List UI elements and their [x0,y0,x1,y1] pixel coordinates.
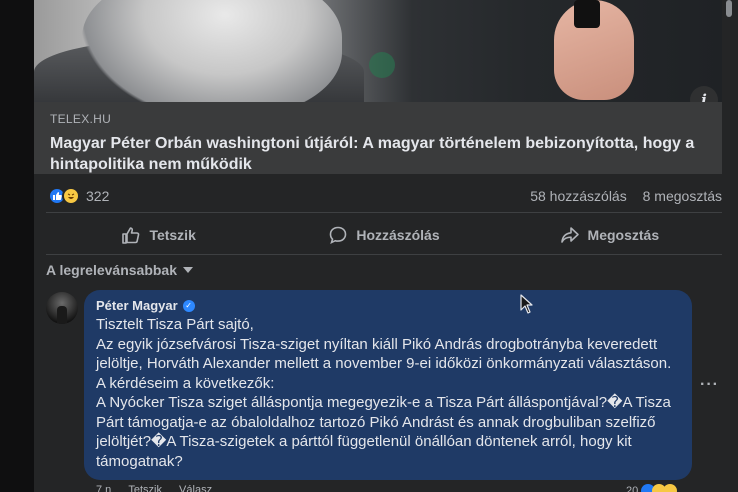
scrollbar-thumb[interactable] [726,0,732,17]
comments-count-link[interactable]: 58 hozzászólás [530,188,627,204]
link-preview-image[interactable] [34,0,722,102]
caret-down-icon [183,267,193,273]
share-arrow-icon [560,227,579,243]
preview-phone-shape [574,0,600,28]
verified-badge-icon: ✓ [182,299,195,312]
post-counts-row: 322 58 hozzászólás 8 megosztás [48,184,722,208]
left-gutter [0,0,34,492]
scrollbar-track[interactable] [722,0,738,492]
haha-icon[interactable] [62,187,80,205]
reaction-count[interactable]: 322 [86,188,109,204]
comment-footer: 7 n Tetszik Válasz [96,484,212,492]
comment-line: Az egyik józsefvárosi Tisza-sziget nyílt… [96,335,672,373]
comment-reactions[interactable]: 20 [626,484,678,492]
comment-like-link[interactable]: Tetszik [128,484,162,492]
comment-bubble: Péter Magyar ✓ Tisztelt Tisza Párt sajtó… [84,290,692,480]
comment-line: Tisztelt Tisza Párt sajtó, [96,316,254,333]
comment-bubble-icon [330,226,347,244]
thumbs-up-icon [122,227,140,244]
mouse-cursor-icon [520,294,533,314]
link-preview-meta[interactable]: TELEX.HU Magyar Péter Orbán washingtoni … [34,102,722,174]
comment-button-label: Hozzászólás [356,227,440,243]
share-button-label: Megosztás [587,227,660,243]
comment-reply-link[interactable]: Válasz [179,484,212,492]
avatar[interactable] [46,292,78,324]
comment-line: A Nyócker Tisza sziget álláspontja megeg… [96,394,671,470]
comment-sort-label: A legrelevánsabbak [46,262,177,278]
comment-button[interactable]: Hozzászólás [271,216,496,254]
link-domain: TELEX.HU [50,112,112,126]
preview-logo-shape [369,52,395,78]
wow-icon [663,484,678,492]
comment-sort-dropdown[interactable]: A legrelevánsabbak [46,262,193,278]
post-actions: Tetszik Hozzászólás Megosztás [46,216,722,254]
share-button[interactable]: Megosztás [497,216,722,254]
comment-reaction-count: 20 [626,485,639,492]
divider-bottom [46,254,722,255]
comment-line: A kérdéseim a következők: [96,374,275,392]
comment-text: Tisztelt Tisza Párt sajtó, Az egyik józs… [96,315,680,471]
post-card: i TELEX.HU Magyar Péter Orbán washington… [34,0,738,492]
comment-author[interactable]: Péter Magyar [96,298,178,313]
shares-count-link[interactable]: 8 megosztás [643,188,722,204]
preview-person-shape [82,0,342,102]
comment-timestamp[interactable]: 7 n [96,484,111,492]
divider-top [46,212,722,213]
more-options-icon[interactable]: ··· [700,376,719,394]
like-button-label: Tetszik [149,227,196,243]
like-button[interactable]: Tetszik [46,216,271,254]
link-title[interactable]: Magyar Péter Orbán washingtoni útjáról: … [50,133,706,175]
